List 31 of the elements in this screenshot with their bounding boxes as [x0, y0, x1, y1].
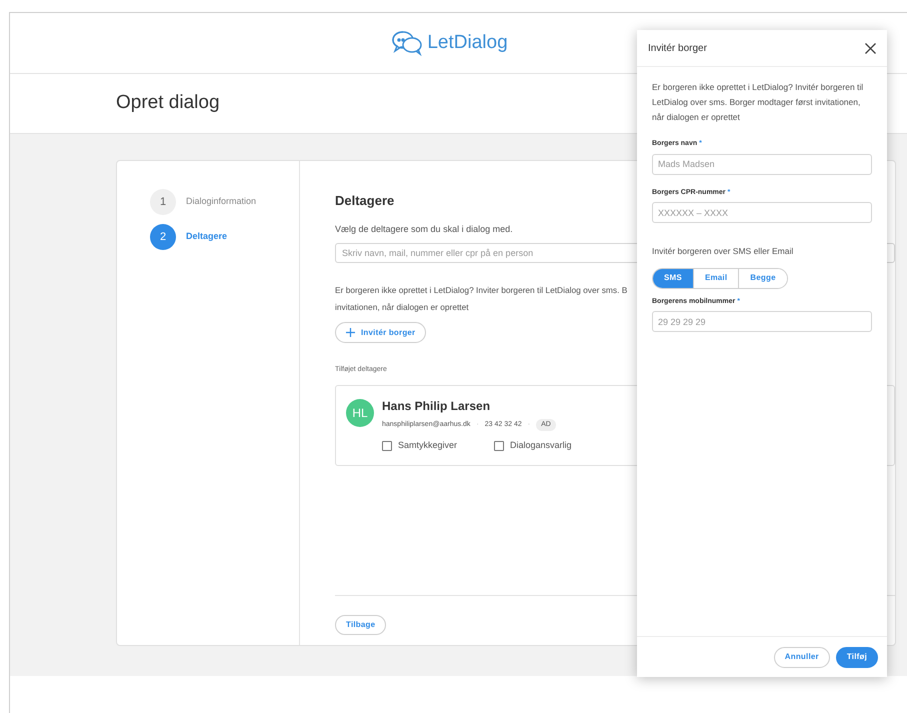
invite-info-text: Er borgeren ikke oprettet i LetDialog? Inviter borgeren til LetDialog over sms. B — [335, 284, 628, 297]
back-button[interactable]: Tilbage — [335, 614, 386, 635]
text-input-field[interactable]: Mads Madsen — [652, 154, 872, 174]
intro-text: Er borgeren ikke oprettet i LetDialog? Invitér borgeren til LetDialog over sms. Borger modtager først invitationen, når dialogen er oprettet — [652, 81, 864, 124]
description-text: Vælg de deltagere som du skal i dialog med. — [335, 222, 514, 236]
checkbox-label: Dialogansvarlig — [510, 439, 572, 452]
participant-name: Hans Philip Larsen — [382, 398, 492, 415]
add-button[interactable]: Tilføj — [836, 646, 878, 668]
initials-avatar: HL — [346, 398, 374, 427]
page-title: Opret dialog — [116, 91, 220, 116]
step-number[interactable]: 1 — [150, 189, 176, 215]
text-input-field[interactable]: XXXXXX – XXXX — [652, 202, 872, 223]
section-heading: Deltagere — [335, 192, 394, 210]
invite-citizen-button[interactable]: Invitér borger — [335, 322, 426, 344]
cancel-button[interactable]: Annuller — [774, 646, 830, 668]
method-option[interactable]: Begge — [738, 268, 787, 288]
step-label[interactable]: Dialoginformation — [186, 195, 256, 209]
close-icon[interactable] — [865, 42, 876, 54]
method-label: Invitér borgeren over SMS eller Email — [652, 245, 794, 258]
checkbox-label: Samtykkegiver — [398, 439, 458, 452]
logo-text: LetDialog — [427, 30, 508, 55]
checkbox[interactable] — [494, 440, 504, 451]
checkbox[interactable] — [382, 440, 392, 451]
invite-info-text: invitationen, når dialogen er oprettet — [335, 300, 469, 314]
step-number[interactable]: 2 — [150, 224, 176, 250]
panel-title: Invitér borger — [648, 42, 707, 56]
step-label[interactable]: Deltagere — [186, 230, 228, 244]
chat-bubbles-logo-icon — [391, 30, 424, 56]
plus-icon — [346, 328, 355, 338]
method-option[interactable]: SMS — [653, 268, 693, 288]
text-input-field[interactable]: 29 29 29 29 — [652, 311, 872, 332]
